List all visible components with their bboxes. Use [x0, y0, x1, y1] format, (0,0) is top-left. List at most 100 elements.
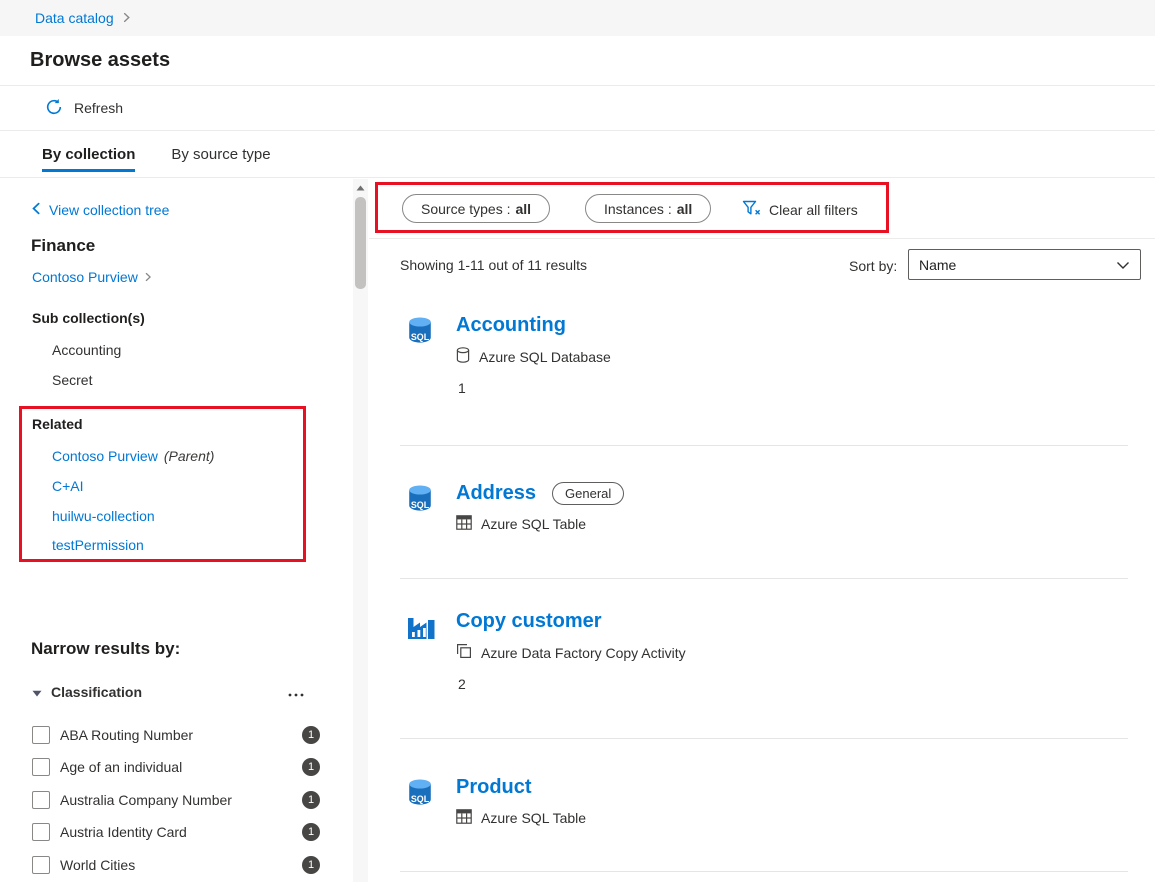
title-bar: Browse assets	[0, 36, 1155, 86]
browse-assets-screen: Data catalog Browse assets Refresh By co…	[0, 0, 1155, 882]
azure-sql-database-icon: SQL	[405, 483, 437, 533]
checkbox[interactable]	[32, 758, 50, 776]
refresh-button[interactable]: Refresh	[74, 100, 123, 116]
view-collection-tree-label: View collection tree	[49, 202, 169, 218]
narrow-results-heading: Narrow results by:	[31, 639, 180, 659]
asset-type-label: Azure SQL Database	[479, 349, 611, 365]
classification-label: World Cities	[60, 857, 135, 873]
chevron-right-icon	[143, 269, 153, 285]
divider	[369, 238, 1155, 239]
checkbox[interactable]	[32, 823, 50, 841]
page-title: Browse assets	[30, 49, 170, 72]
related-item[interactable]: testPermission	[52, 537, 144, 553]
command-bar: Refresh	[0, 86, 1155, 131]
copy-activity-icon	[456, 643, 472, 662]
pill-value: all	[677, 201, 693, 217]
related-item[interactable]: Contoso Purview (Parent)	[52, 448, 214, 464]
svg-text:SQL: SQL	[411, 500, 430, 510]
facet-classification-header[interactable]: Classification	[32, 682, 308, 702]
sort-by-label: Sort by:	[849, 258, 897, 274]
classification-label: Austria Identity Card	[60, 824, 187, 840]
collection-link-label: Contoso Purview	[32, 269, 138, 285]
breadcrumb-link-data-catalog[interactable]: Data catalog	[35, 10, 114, 26]
asset-result-item: SQL Product Azure SQL Table	[405, 774, 1125, 827]
pill-value: all	[516, 201, 532, 217]
classification-label: Australia Company Number	[60, 792, 232, 808]
checkbox[interactable]	[32, 791, 50, 809]
clear-all-filters-button[interactable]: Clear all filters	[742, 199, 858, 221]
tab-label: By source type	[171, 146, 270, 163]
related-link: huilwu-collection	[52, 508, 155, 524]
asset-title-link[interactable]: Copy customer	[456, 610, 602, 633]
classification-row: World Cities 1	[32, 852, 320, 878]
filter-pill-source-types[interactable]: Source types : all	[402, 194, 550, 223]
classification-row: Australia Company Number 1	[32, 787, 320, 813]
table-icon	[456, 809, 472, 827]
collection-name: Finance	[31, 236, 95, 256]
pill-label: Source types :	[421, 201, 511, 217]
checkbox[interactable]	[32, 726, 50, 744]
chevron-left-icon	[30, 202, 43, 218]
chevron-right-icon	[121, 10, 132, 26]
azure-sql-database-icon: SQL	[405, 777, 437, 827]
filter-dismiss-icon	[742, 200, 761, 220]
asset-type-label: Azure SQL Table	[481, 516, 586, 532]
checkbox[interactable]	[32, 856, 50, 874]
results-summary: Showing 1-11 out of 11 results	[400, 257, 587, 273]
tab-by-source-type[interactable]: By source type	[171, 131, 270, 177]
count-badge: 1	[302, 791, 320, 809]
scroll-up-arrow-icon[interactable]	[353, 181, 368, 195]
divider	[400, 738, 1128, 739]
breadcrumb: Data catalog	[0, 0, 1155, 36]
asset-title-link[interactable]: Accounting	[456, 314, 566, 337]
divider	[400, 578, 1128, 579]
asset-result-item: SQL Address General Azure SQL Table	[405, 480, 1125, 533]
asset-result-item: Copy customer Azure Data Factory Copy Ac…	[405, 608, 1125, 692]
divider	[400, 871, 1128, 872]
count-badge: 1	[302, 856, 320, 874]
sub-collection-item[interactable]: Secret	[52, 372, 92, 388]
view-collection-tree-link[interactable]: View collection tree	[30, 202, 169, 218]
svg-text:SQL: SQL	[411, 332, 430, 342]
related-item[interactable]: C+AI	[52, 478, 84, 494]
tab-bar: By collection By source type	[0, 131, 1155, 178]
asset-count: 2	[456, 676, 686, 692]
classification-row: Age of an individual 1	[32, 754, 320, 780]
count-badge: 1	[302, 823, 320, 841]
database-icon	[456, 347, 470, 366]
related-suffix: (Parent)	[164, 448, 215, 464]
filter-pill-instances[interactable]: Instances : all	[585, 194, 711, 223]
pill-label: Instances :	[604, 201, 672, 217]
scrollbar-thumb[interactable]	[355, 197, 366, 289]
clear-all-filters-label: Clear all filters	[769, 202, 858, 218]
asset-type-label: Azure SQL Table	[481, 810, 586, 826]
facet-label: Classification	[51, 684, 142, 700]
azure-sql-database-icon: SQL	[405, 315, 437, 396]
asset-count: 1	[456, 380, 611, 396]
classification-row: ABA Routing Number 1	[32, 722, 320, 748]
chevron-down-icon	[1116, 257, 1130, 273]
expand-triangle-icon	[32, 684, 42, 700]
classification-label: Age of an individual	[60, 759, 182, 775]
related-item[interactable]: huilwu-collection	[52, 508, 155, 524]
tab-label: By collection	[42, 146, 135, 163]
asset-result-item: SQL Accounting Azure SQL Database 1	[405, 312, 1125, 396]
general-badge: General	[552, 482, 624, 505]
collection-breadcrumb-link[interactable]: Contoso Purview	[32, 269, 153, 285]
ellipsis-icon	[288, 693, 304, 697]
related-link: testPermission	[52, 537, 144, 553]
sort-dropdown[interactable]: Name	[908, 249, 1141, 280]
related-link: C+AI	[52, 478, 84, 494]
divider	[400, 445, 1128, 446]
classification-label: ABA Routing Number	[60, 727, 193, 743]
sub-collection-item[interactable]: Accounting	[52, 342, 121, 358]
classification-row: Austria Identity Card 1	[32, 819, 320, 845]
sidebar-scrollbar[interactable]	[353, 179, 368, 882]
more-options-button[interactable]	[284, 682, 308, 702]
tab-by-collection[interactable]: By collection	[42, 131, 135, 177]
azure-data-factory-icon	[405, 611, 437, 692]
asset-title-link[interactable]: Address	[456, 482, 536, 505]
table-icon	[456, 515, 472, 533]
asset-title-link[interactable]: Product	[456, 776, 532, 799]
sub-collections-heading: Sub collection(s)	[32, 310, 145, 326]
